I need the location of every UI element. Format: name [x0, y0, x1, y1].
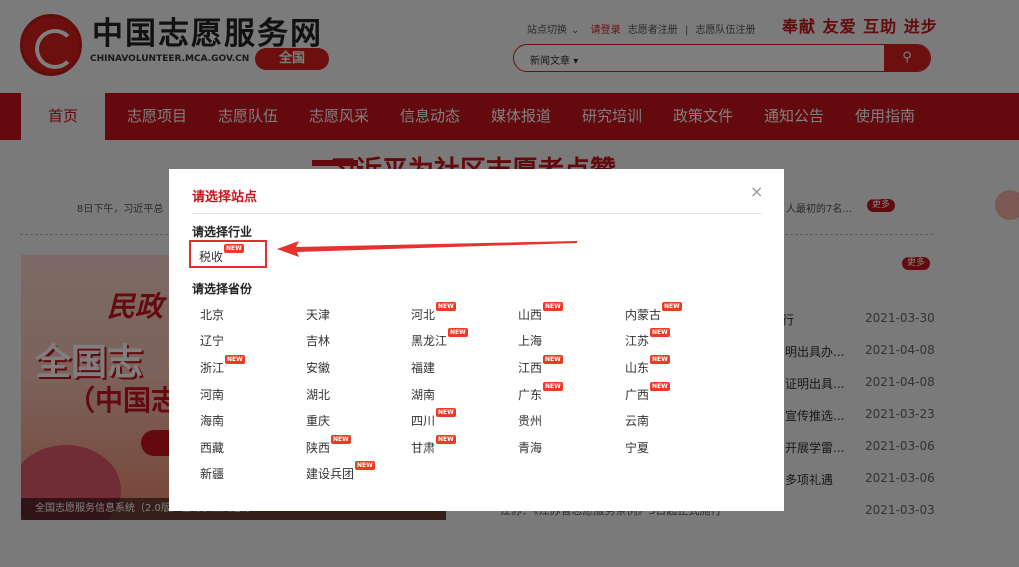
province-item[interactable]: 云南	[625, 412, 649, 429]
new-badge: NEW	[436, 408, 456, 417]
province-item[interactable]: 福建	[411, 359, 435, 376]
province-label: 海南	[200, 414, 225, 428]
province-label: 湖南	[411, 388, 436, 402]
province-item[interactable]: 广西NEW	[625, 382, 670, 403]
province-label: 建设兵团	[306, 467, 355, 481]
province-item[interactable]: 吉林	[306, 332, 330, 349]
new-badge: NEW	[650, 382, 670, 391]
province-section-label: 请选择省份	[192, 282, 253, 296]
province-item[interactable]: 山西NEW	[518, 302, 563, 323]
industry-section-label: 请选择行业	[192, 225, 253, 239]
province-label: 北京	[200, 308, 225, 322]
site-select-modal: 请选择站点 × 请选择行业 税收NEW 请选择省份 北京 天津 河北NEW 山西NEW…	[169, 169, 784, 511]
new-badge: NEW	[650, 355, 670, 364]
province-label: 福建	[411, 361, 436, 375]
province-item[interactable]: 天津	[306, 306, 330, 323]
province-item[interactable]: 湖南	[411, 386, 435, 403]
new-badge: NEW	[436, 302, 456, 311]
province-label: 西藏	[200, 441, 225, 455]
province-item[interactable]: 北京	[200, 306, 224, 323]
close-icon[interactable]: ×	[750, 182, 763, 201]
province-label: 云南	[625, 414, 650, 428]
province-item[interactable]: 河北NEW	[411, 302, 456, 323]
new-badge: NEW	[331, 435, 351, 444]
province-label: 湖北	[306, 388, 331, 402]
new-badge: NEW	[662, 302, 682, 311]
industry-highlight-box: 税收NEW	[189, 240, 267, 268]
province-label: 山西	[518, 308, 543, 322]
province-item[interactable]: 四川NEW	[411, 408, 456, 429]
province-item[interactable]: 青海	[518, 439, 542, 456]
province-item[interactable]: 山东NEW	[625, 355, 670, 376]
province-label: 江苏	[625, 334, 650, 348]
province-item[interactable]: 浙江NEW	[200, 355, 245, 376]
province-label: 广东	[518, 388, 543, 402]
province-item[interactable]: 甘肃NEW	[411, 435, 456, 456]
province-item[interactable]: 广东NEW	[518, 382, 563, 403]
province-item[interactable]: 辽宁	[200, 332, 224, 349]
province-label: 辽宁	[200, 334, 225, 348]
province-label: 浙江	[200, 361, 225, 375]
province-item[interactable]: 黑龙江NEW	[411, 328, 468, 349]
province-label: 四川	[411, 414, 436, 428]
province-label: 新疆	[200, 467, 225, 481]
province-item[interactable]: 西藏	[200, 439, 224, 456]
province-label: 广西	[625, 388, 650, 402]
province-label: 黑龙江	[411, 334, 448, 348]
province-label: 甘肃	[411, 441, 436, 455]
new-badge: NEW	[543, 355, 563, 364]
province-label: 吉林	[306, 334, 331, 348]
new-badge: NEW	[448, 328, 468, 337]
province-label: 山东	[625, 361, 650, 375]
new-badge: NEW	[355, 461, 375, 470]
province-item[interactable]: 新疆	[200, 465, 224, 482]
province-label: 宁夏	[625, 441, 650, 455]
province-item[interactable]: 安徽	[306, 359, 330, 376]
new-badge: NEW	[543, 302, 563, 311]
province-item[interactable]: 陕西NEW	[306, 435, 351, 456]
province-item[interactable]: 贵州	[518, 412, 542, 429]
new-badge: NEW	[225, 355, 245, 364]
province-label: 上海	[518, 334, 543, 348]
new-badge: NEW	[436, 435, 456, 444]
province-item[interactable]: 河南	[200, 386, 224, 403]
annotation-arrow-icon	[277, 241, 577, 257]
province-label: 江西	[518, 361, 543, 375]
province-item[interactable]: 上海	[518, 332, 542, 349]
province-label: 河北	[411, 308, 436, 322]
province-item[interactable]: 宁夏	[625, 439, 649, 456]
province-label: 安徽	[306, 361, 331, 375]
modal-divider	[192, 213, 762, 214]
province-label: 陕西	[306, 441, 331, 455]
new-badge: NEW	[543, 382, 563, 391]
province-label: 重庆	[306, 414, 331, 428]
province-label: 内蒙古	[625, 308, 662, 322]
province-label: 贵州	[518, 414, 543, 428]
province-item[interactable]: 江苏NEW	[625, 328, 670, 349]
industry-item-tax[interactable]: 税收NEW	[199, 244, 244, 265]
province-item[interactable]: 重庆	[306, 412, 330, 429]
province-label: 天津	[306, 308, 331, 322]
new-badge: NEW	[650, 328, 670, 337]
industry-item-label: 税收	[199, 250, 224, 264]
province-label: 青海	[518, 441, 543, 455]
province-item[interactable]: 海南	[200, 412, 224, 429]
province-item[interactable]: 江西NEW	[518, 355, 563, 376]
province-item[interactable]: 建设兵团NEW	[306, 461, 375, 482]
modal-title: 请选择站点	[192, 190, 258, 205]
province-item[interactable]: 湖北	[306, 386, 330, 403]
province-item[interactable]: 内蒙古NEW	[625, 302, 682, 323]
new-badge: NEW	[224, 244, 244, 253]
province-label: 河南	[200, 388, 225, 402]
